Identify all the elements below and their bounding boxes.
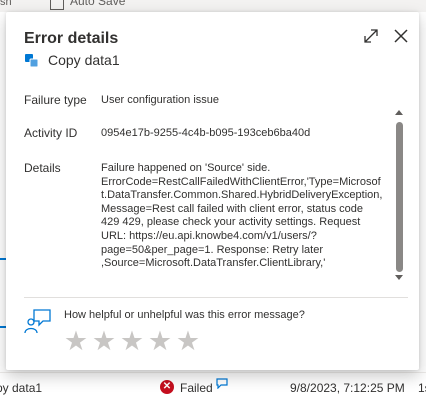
error-details-icon[interactable]	[216, 378, 228, 389]
dialog-subtitle: Copy data1	[24, 52, 120, 68]
details-label: Details	[24, 161, 61, 175]
star-rating[interactable]: ★ ★ ★ ★ ★	[62, 326, 202, 356]
activity-name: Copy data1	[48, 52, 120, 68]
scroll-down-arrow[interactable]	[395, 275, 403, 280]
scrollbar-thumb[interactable]	[396, 122, 403, 272]
activity-id-label: Activity ID	[24, 126, 78, 140]
star-2[interactable]: ★	[90, 326, 118, 356]
run-duration: 1s	[418, 381, 426, 395]
feedback-icon	[24, 309, 51, 334]
divider	[24, 297, 408, 298]
star-3[interactable]: ★	[118, 326, 146, 356]
autosave-toggle[interactable]	[50, 0, 64, 10]
expand-icon[interactable]	[363, 28, 379, 44]
failure-type-value: User configuration issue	[101, 94, 220, 106]
run-activity-name[interactable]: py data1	[0, 381, 42, 395]
copy-activity-icon	[25, 53, 39, 67]
activity-id-value: 0954e17b-9255-4c4b-b095-193ceb6ba40d	[101, 127, 311, 139]
toolbar-fragment: sh	[0, 0, 12, 8]
pipeline-run-row[interactable]: py data1 ✕ Failed 9/8/2023, 7:12:25 PM 1…	[0, 372, 426, 402]
error-details-dialog: Error details Copy data1 Failure type Us…	[6, 12, 419, 370]
failed-status-icon: ✕	[160, 380, 174, 394]
star-1[interactable]: ★	[62, 326, 90, 356]
details-value: Failure happened on 'Source' side. Error…	[101, 162, 383, 270]
failure-type-label: Failure type	[24, 93, 87, 107]
dialog-title: Error details	[24, 30, 119, 47]
star-4[interactable]: ★	[146, 326, 174, 356]
run-status: Failed	[180, 381, 213, 395]
star-5[interactable]: ★	[174, 326, 202, 356]
close-icon[interactable]	[393, 28, 409, 44]
run-timestamp: 9/8/2023, 7:12:25 PM	[290, 381, 405, 395]
scroll-up-arrow[interactable]	[395, 110, 403, 115]
feedback-question: How helpful or unhelpful was this error …	[64, 309, 305, 321]
autosave-label: Auto Save	[70, 0, 126, 8]
